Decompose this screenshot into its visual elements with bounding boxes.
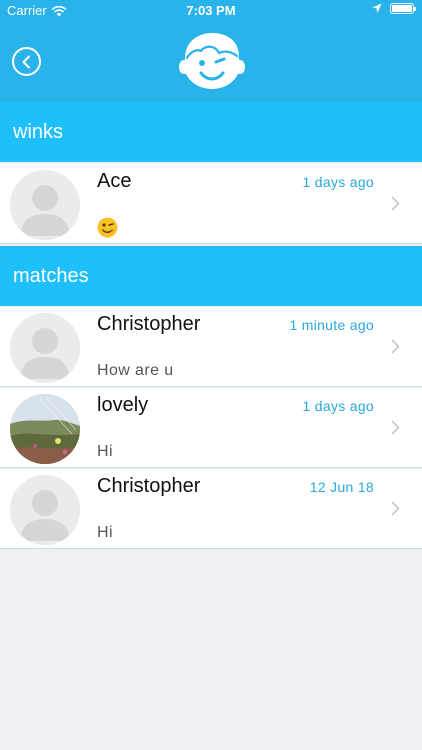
contact-name: Christopher bbox=[97, 475, 201, 497]
landscape-photo-icon bbox=[10, 394, 80, 464]
contact-name: Ace bbox=[97, 170, 132, 192]
avatar bbox=[10, 394, 80, 464]
contact-name: lovely bbox=[97, 394, 149, 416]
timestamp: 12 Jun 18 bbox=[309, 479, 374, 495]
chevron-right-icon bbox=[391, 196, 400, 211]
list-item[interactable]: Christopher 1 minute ago How are u bbox=[0, 307, 422, 387]
section-header-matches: matches bbox=[0, 246, 422, 306]
avatar bbox=[10, 313, 80, 383]
winking-face-emoji-icon bbox=[97, 217, 118, 238]
back-button[interactable] bbox=[12, 47, 41, 76]
chevron-right-icon bbox=[391, 501, 400, 516]
list-item[interactable]: lovely 1 days ago Hi bbox=[0, 388, 422, 468]
list-item[interactable]: Ace 1 days ago bbox=[0, 164, 422, 244]
chevron-right-icon bbox=[391, 339, 400, 354]
avatar bbox=[10, 170, 80, 240]
status-bar: Carrier 7:03 PM bbox=[0, 0, 422, 22]
winking-boy-face-icon bbox=[179, 33, 245, 89]
chevron-right-icon bbox=[391, 420, 400, 435]
battery-icon bbox=[390, 3, 416, 14]
list-item[interactable]: Christopher 12 Jun 18 Hi bbox=[0, 469, 422, 549]
user-placeholder-icon bbox=[10, 313, 80, 383]
last-message: Hi bbox=[97, 524, 113, 541]
section-header-winks: winks bbox=[0, 102, 422, 162]
timestamp: 1 minute ago bbox=[289, 317, 374, 333]
timestamp: 1 days ago bbox=[302, 174, 374, 190]
contact-name: Christopher bbox=[97, 313, 201, 335]
timestamp: 1 days ago bbox=[302, 398, 374, 414]
last-message: Hi bbox=[97, 443, 113, 460]
last-message: How are u bbox=[97, 362, 174, 379]
nav-header: Carrier 7:03 PM bbox=[0, 0, 422, 102]
status-right bbox=[372, 3, 416, 14]
location-arrow-icon bbox=[372, 3, 382, 13]
user-placeholder-icon bbox=[10, 170, 80, 240]
user-placeholder-icon bbox=[10, 475, 80, 545]
status-time: 7:03 PM bbox=[186, 3, 236, 18]
avatar bbox=[10, 475, 80, 545]
back-chevron-icon bbox=[22, 55, 30, 69]
